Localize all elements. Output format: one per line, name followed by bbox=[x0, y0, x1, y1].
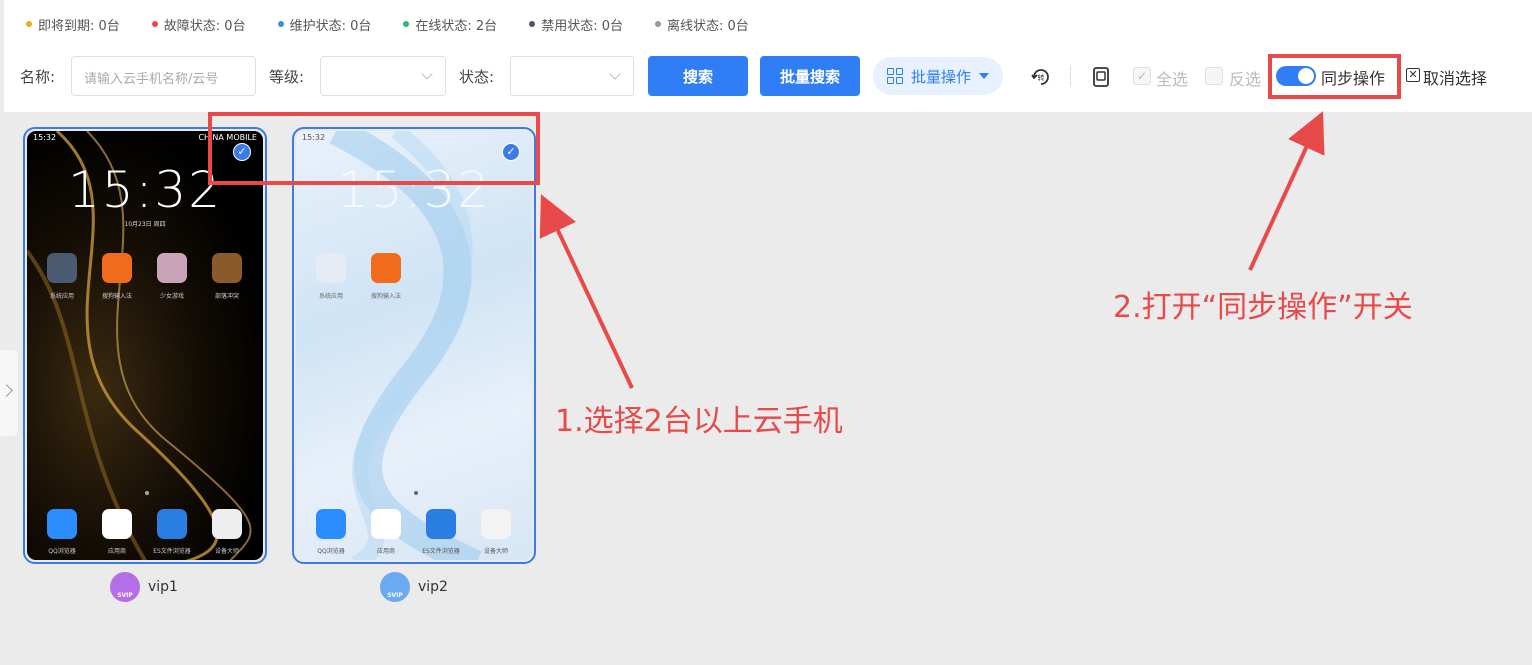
es-file-icon[interactable] bbox=[157, 509, 187, 539]
divider bbox=[1070, 66, 1071, 86]
level-select[interactable] bbox=[320, 56, 446, 96]
qq-browser-icon[interactable] bbox=[316, 509, 346, 539]
chevron-right-icon bbox=[0, 384, 13, 397]
rotate-icon[interactable]: 转 bbox=[1030, 66, 1052, 88]
state-select[interactable] bbox=[510, 56, 634, 96]
system-apps-icon[interactable] bbox=[316, 253, 346, 283]
grid-icon bbox=[887, 68, 903, 84]
annotation-box-sync bbox=[1268, 54, 1401, 99]
qq-browser-icon[interactable] bbox=[47, 509, 77, 539]
arrow-step1 bbox=[539, 194, 634, 389]
status-dot bbox=[277, 21, 284, 27]
batch-operations-button[interactable]: 批量操作 bbox=[873, 57, 1004, 95]
phone-screen[interactable]: 15:32 15:32 系统应用 搜狗输入法 QQ浏览器 应用商 ES文件浏览器… bbox=[296, 131, 532, 560]
android-vip-icon: SVIP bbox=[380, 572, 410, 602]
status-dot bbox=[26, 21, 32, 27]
phone-icon[interactable] bbox=[1090, 66, 1112, 88]
cloud-phone-card[interactable]: 15:32 15:32 系统应用 搜狗输入法 QQ浏览器 应用商 ES文件浏览器… bbox=[292, 127, 536, 564]
chevron-down-icon bbox=[421, 68, 433, 80]
phone-label-row: SVIP vip1 bbox=[110, 572, 178, 602]
status-dot bbox=[654, 21, 661, 27]
select-all-label: 全选 bbox=[1156, 70, 1189, 89]
status-maintenance: 维护状态: 0台 bbox=[277, 14, 371, 34]
clash-icon[interactable] bbox=[212, 253, 242, 283]
annotation-step1: 1.选择2台以上云手机 bbox=[555, 404, 843, 439]
phone-name: vip2 bbox=[418, 579, 448, 595]
system-apps-icon[interactable] bbox=[47, 253, 77, 283]
device-master-icon[interactable] bbox=[481, 509, 511, 539]
status-dot bbox=[403, 21, 410, 27]
invert-selection-label: 反选 bbox=[1229, 70, 1262, 89]
caret-down-icon bbox=[979, 73, 990, 79]
game-icon[interactable] bbox=[157, 253, 187, 283]
search-button[interactable]: 搜索 bbox=[648, 56, 748, 96]
state-label: 状态: bbox=[459, 68, 495, 86]
status-disabled: 禁用状态: 0台 bbox=[529, 14, 623, 34]
status-dot bbox=[151, 21, 158, 27]
name-search-input[interactable]: 请输入云手机名称/云号 bbox=[71, 56, 256, 96]
annotation-box-phones bbox=[208, 112, 540, 185]
name-label: 名称: bbox=[20, 68, 56, 86]
annotation-step2: 2.打开“同步操作”开关 bbox=[1113, 290, 1413, 325]
status-summary: 即将到期: 0台 故障状态: 0台 维护状态: 0台 在线状态: 2台 禁用状态… bbox=[26, 14, 749, 34]
lockscreen-date: 10月23日 周四 bbox=[124, 221, 166, 228]
select-all-checkbox[interactable]: ✓ bbox=[1133, 67, 1151, 85]
status-expiring: 即将到期: 0台 bbox=[26, 14, 120, 34]
close-icon[interactable]: ✕ bbox=[1406, 68, 1420, 82]
app-store-icon[interactable] bbox=[102, 509, 132, 539]
phone-label-row: SVIP vip2 bbox=[380, 572, 448, 602]
page-indicator bbox=[145, 491, 149, 495]
invert-selection-checkbox[interactable] bbox=[1205, 67, 1223, 85]
es-file-icon[interactable] bbox=[426, 509, 456, 539]
sidebar-expand-handle[interactable] bbox=[0, 350, 18, 436]
sogou-input-icon[interactable] bbox=[102, 253, 132, 283]
status-fault: 故障状态: 0台 bbox=[151, 14, 246, 34]
sogou-input-icon[interactable] bbox=[371, 253, 401, 283]
check-icon: ✓ bbox=[1136, 69, 1148, 83]
cloud-phone-card[interactable]: 15:32 CHINA MOBILE 15:32 10月23日 周四 系统应用 … bbox=[23, 127, 267, 564]
app-store-icon[interactable] bbox=[371, 509, 401, 539]
chevron-down-icon bbox=[609, 68, 621, 80]
status-offline: 离线状态: 0台 bbox=[654, 14, 749, 34]
phone-name: vip1 bbox=[148, 579, 178, 595]
page-indicator bbox=[414, 491, 418, 495]
svg-text:转: 转 bbox=[1038, 73, 1045, 82]
status-dot bbox=[529, 21, 536, 27]
phone-screen[interactable]: 15:32 CHINA MOBILE 15:32 10月23日 周四 系统应用 … bbox=[27, 131, 263, 560]
level-label: 等级: bbox=[269, 68, 305, 86]
android-vip-icon: SVIP bbox=[110, 572, 140, 602]
arrow-step2 bbox=[1248, 111, 1325, 271]
device-master-icon[interactable] bbox=[212, 509, 242, 539]
cancel-selection-button[interactable]: 取消选择 bbox=[1423, 65, 1487, 89]
status-online: 在线状态: 2台 bbox=[403, 14, 497, 34]
batch-search-button[interactable]: 批量搜索 bbox=[760, 56, 860, 96]
